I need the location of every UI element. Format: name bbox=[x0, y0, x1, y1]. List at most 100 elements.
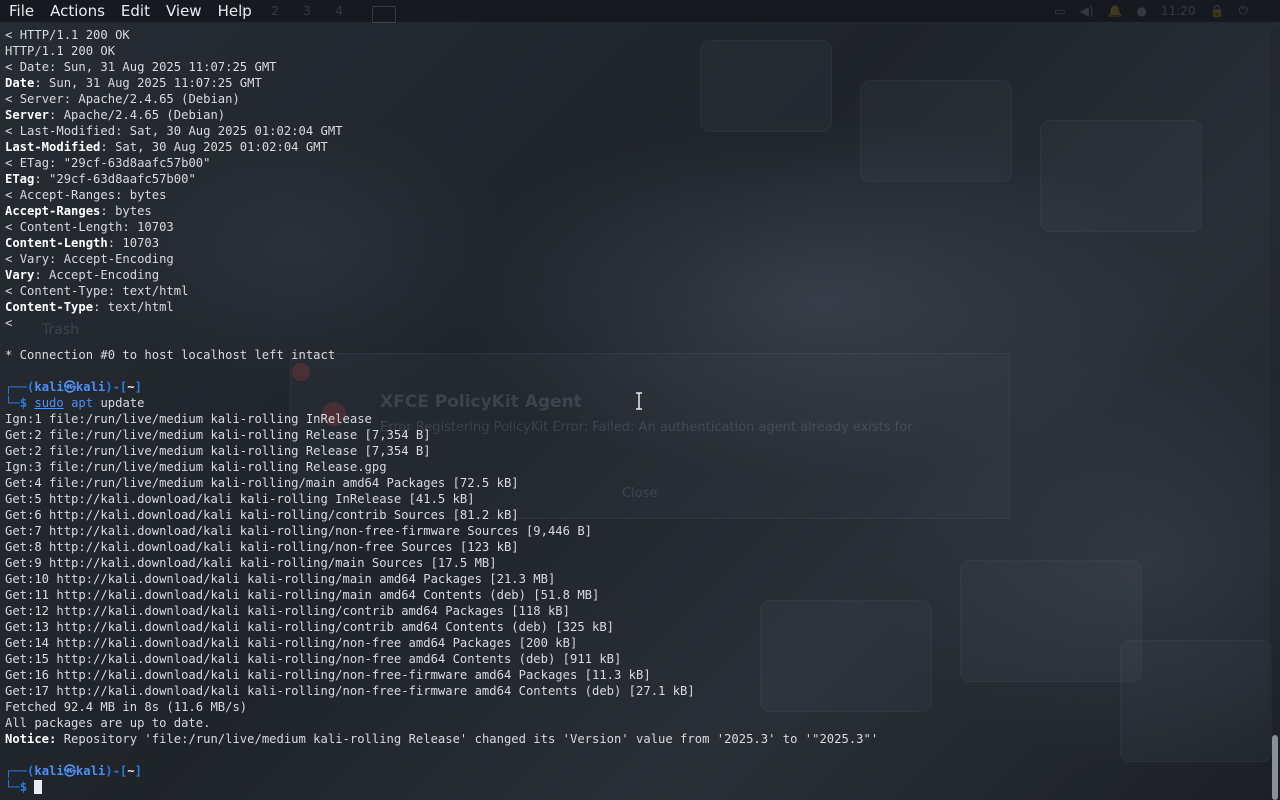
header-line: < Content-Length: 10703 bbox=[5, 219, 1270, 235]
header-prefix: < bbox=[5, 156, 20, 170]
header-line: < HTTP/1.1 200 OK bbox=[5, 27, 1270, 43]
volume-icon: ◀) bbox=[1079, 3, 1094, 18]
apt-line: Get:2 file:/run/live/medium kali-rolling… bbox=[5, 444, 431, 458]
apt-line: Get:16 http://kali.download/kali kali-ro… bbox=[5, 668, 651, 682]
apt-line: Get:4 file:/run/live/medium kali-rolling… bbox=[5, 476, 519, 490]
header-key: Last-Modified bbox=[5, 140, 101, 154]
prompt-bracket: )-[ bbox=[105, 380, 128, 394]
header-value: : text/html bbox=[93, 300, 174, 314]
header-prefix: < bbox=[5, 284, 20, 298]
prompt-bracket: ┌──( bbox=[5, 380, 35, 394]
text-cursor bbox=[34, 780, 43, 794]
header-line: Vary: Accept-Encoding bbox=[5, 267, 1270, 283]
system-tray: ▭ ◀) 🔔 ● 11:20 🔒 ⏻ bbox=[1054, 3, 1248, 18]
terminal-output[interactable]: < HTTP/1.1 200 OK HTTP/1.1 200 OK < Date: … bbox=[0, 27, 1270, 800]
command-sudo: sudo bbox=[34, 396, 64, 410]
header-line: < Accept-Ranges: bytes bbox=[5, 187, 1270, 203]
apt-line: Get:5 http://kali.download/kali kali-rol… bbox=[5, 492, 475, 506]
connection-line: * Connection #0 to host localhost left i… bbox=[5, 348, 336, 362]
menu-edit[interactable]: Edit bbox=[113, 0, 158, 22]
header-line: < Server: Apache/2.4.65 (Debian) bbox=[5, 91, 1270, 107]
prompt-dollar: $ bbox=[19, 780, 35, 794]
prompt-bracket: ] bbox=[134, 380, 142, 394]
header-value: : Accept-Encoding bbox=[34, 268, 160, 282]
apt-line: Get:12 http://kali.download/kali kali-ro… bbox=[5, 604, 570, 618]
notice-text: Repository 'file:/run/live/medium kali-r… bbox=[56, 732, 879, 746]
header-line: Date: Sun, 31 Aug 2025 11:07:25 GMT bbox=[5, 75, 1270, 91]
header-line: Accept-Ranges: bytes bbox=[5, 203, 1270, 219]
header-text: Vary: Accept-Encoding bbox=[19, 252, 174, 266]
header-text: HTTP/1.1 200 OK bbox=[5, 44, 116, 58]
apt-line: All packages are up to date. bbox=[5, 716, 211, 730]
header-prefix: < bbox=[5, 124, 20, 138]
header-prefix: < bbox=[5, 252, 20, 266]
menu-actions[interactable]: Actions bbox=[42, 0, 113, 22]
apt-line: Get:14 http://kali.download/kali kali-ro… bbox=[5, 636, 578, 650]
header-text: Accept-Ranges: bytes bbox=[19, 188, 167, 202]
notice-label: Notice: bbox=[5, 732, 57, 746]
logout-icon: ⏻ bbox=[1238, 3, 1249, 17]
apt-line: Get:15 http://kali.download/kali kali-ro… bbox=[5, 652, 622, 666]
apt-line: Get:7 http://kali.download/kali kali-rol… bbox=[5, 524, 592, 538]
apt-line: Get:8 http://kali.download/kali kali-rol… bbox=[5, 540, 519, 554]
header-line: < Last-Modified: Sat, 30 Aug 2025 01:02:… bbox=[5, 123, 1270, 139]
apt-line: Get:9 http://kali.download/kali kali-rol… bbox=[5, 556, 497, 570]
apt-update-output: Ign:1 file:/run/live/medium kali-rolling… bbox=[5, 411, 1270, 731]
terminal-scrollbar[interactable] bbox=[1270, 27, 1280, 800]
prompt-bracket: └─ bbox=[5, 396, 20, 410]
command-arg: update bbox=[100, 396, 145, 410]
notice-line: Notice: Repository 'file:/run/live/mediu… bbox=[5, 731, 1270, 747]
terminal-launcher-icon bbox=[372, 6, 396, 23]
header-key: Accept-Ranges bbox=[5, 204, 101, 218]
header-text: Server: Apache/2.4.65 (Debian) bbox=[19, 92, 240, 106]
prompt-bracket: ] bbox=[134, 764, 142, 778]
prompt-bracket: └─ bbox=[5, 780, 20, 794]
prompt-bracket: ┌──( bbox=[5, 764, 35, 778]
header-key: Vary bbox=[5, 268, 35, 282]
command-apt: apt bbox=[71, 396, 94, 410]
header-line: < Date: Sun, 31 Aug 2025 11:07:25 GMT bbox=[5, 59, 1270, 75]
header-text: Last-Modified: Sat, 30 Aug 2025 01:02:04… bbox=[19, 124, 343, 138]
header-prefix: < bbox=[5, 188, 20, 202]
menubar: File Actions Edit View Help 1 2 3 4 ▭ ◀)… bbox=[0, 0, 1280, 23]
header-value: : Sat, 30 Aug 2025 01:02:04 GMT bbox=[100, 140, 328, 154]
header-prefix: < bbox=[5, 220, 20, 234]
apt-line: Ign:3 file:/run/live/medium kali-rolling… bbox=[5, 460, 387, 474]
apt-line: Get:10 http://kali.download/kali kali-ro… bbox=[5, 572, 556, 586]
header-text: Date: Sun, 31 Aug 2025 11:07:25 GMT bbox=[19, 60, 277, 74]
header-prefix: < bbox=[5, 92, 20, 106]
header-line: Content-Length: 10703 bbox=[5, 235, 1270, 251]
header-text: ETag: "29cf-63d8aafc57b00" bbox=[19, 156, 211, 170]
prompt-dollar: $ bbox=[19, 396, 35, 410]
prompt-bracket: )-[ bbox=[105, 764, 128, 778]
curl-response-headers: < HTTP/1.1 200 OK HTTP/1.1 200 OK < Date: … bbox=[5, 27, 1270, 331]
scrollbar-thumb[interactable] bbox=[1272, 735, 1278, 800]
apt-line: Get:11 http://kali.download/kali kali-ro… bbox=[5, 588, 600, 602]
header-line: < ETag: "29cf-63d8aafc57b00" bbox=[5, 155, 1270, 171]
lock-icon: 🔒 bbox=[1209, 3, 1225, 18]
header-text: HTTP/1.1 200 OK bbox=[19, 28, 130, 42]
header-prefix: < bbox=[5, 60, 20, 74]
header-line: < Content-Type: text/html bbox=[5, 283, 1270, 299]
menu-file[interactable]: File bbox=[0, 0, 42, 22]
power-icon: ● bbox=[1136, 3, 1147, 18]
apt-line: Get:2 file:/run/live/medium kali-rolling… bbox=[5, 428, 431, 442]
prompt-user-host: kali㉿kali bbox=[34, 380, 106, 394]
header-value: : Apache/2.4.65 (Debian) bbox=[49, 108, 226, 122]
header-line: Content-Type: text/html bbox=[5, 299, 1270, 315]
header-value: : Sun, 31 Aug 2025 11:07:25 GMT bbox=[34, 76, 262, 90]
workspace-1: 1 bbox=[239, 4, 247, 18]
prompt-user-host: kali㉿kali bbox=[34, 764, 106, 778]
header-value: : "29cf-63d8aafc57b00" bbox=[34, 172, 196, 186]
header-line: < bbox=[5, 315, 1270, 331]
header-value: : 10703 bbox=[107, 236, 160, 250]
prompt-cwd: ~ bbox=[127, 380, 135, 394]
prompt-cwd: ~ bbox=[127, 764, 135, 778]
apt-line: Get:17 http://kali.download/kali kali-ro… bbox=[5, 684, 695, 698]
menu-view[interactable]: View bbox=[158, 0, 210, 22]
prompt-bottom-input[interactable]: └─$ bbox=[5, 779, 1270, 795]
notification-icon: 🔔 bbox=[1107, 3, 1123, 18]
header-line: Server: Apache/2.4.65 (Debian) bbox=[5, 107, 1270, 123]
